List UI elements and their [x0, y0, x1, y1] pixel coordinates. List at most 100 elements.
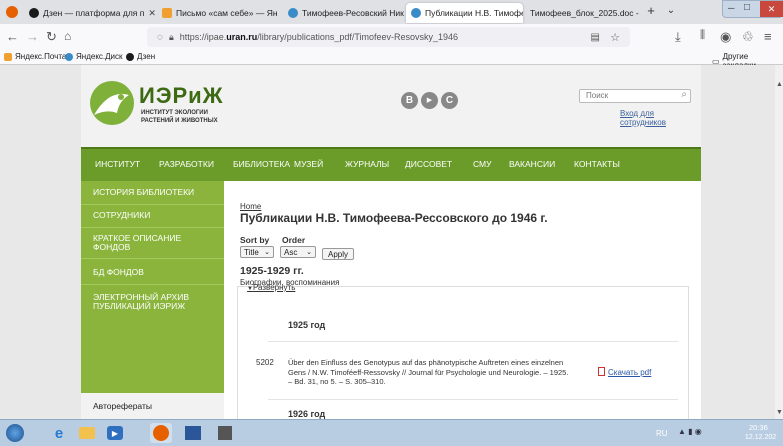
bookmark-yandex-disk[interactable]: Яндекс.Диск	[65, 52, 123, 61]
url-domain: uran.ru	[226, 32, 257, 42]
youtube-icon[interactable]: ▶	[421, 92, 438, 109]
new-tab-button[interactable]: +	[643, 2, 659, 18]
breadcrumb-home[interactable]: Home	[240, 202, 261, 211]
tab-mail[interactable]: Письмо «сам себе» — Ян ✕	[157, 3, 281, 23]
taskbar-ie[interactable]: e	[48, 423, 70, 443]
menu-item-library[interactable]: БИБЛИОТЕКА	[233, 159, 290, 169]
back-arrow-icon[interactable]: ←	[6, 29, 19, 44]
sort-by-label: Sort by	[240, 235, 269, 245]
publications-list: ▼Развернуть 1925 год 5202 Über den Einfl…	[237, 286, 689, 419]
menu-item-dissovet[interactable]: ДИССОВЕТ	[405, 159, 452, 169]
tab-dzen[interactable]: Дзен — платформа для п ✕	[24, 3, 155, 23]
site-icon	[411, 8, 421, 18]
menu-item-smu[interactable]: СМУ	[473, 159, 492, 169]
order-label: Order	[282, 235, 305, 245]
mail-icon	[4, 53, 12, 61]
taskbar-word[interactable]	[182, 423, 204, 443]
page-title: Публикации Н.В. Тимофеева-Рессовского до…	[240, 211, 548, 225]
clock-date[interactable]: 12.12.202	[745, 434, 776, 441]
address-bar[interactable]: ◌ 🔒︎ https://ipae.uran.ru/library/public…	[147, 27, 630, 47]
sidebar-divider	[81, 258, 224, 259]
sidebar-item-abstracts[interactable]: Авторефераты	[93, 401, 152, 411]
sidebar-item-funds-description[interactable]: КРАТКОЕ ОПИСАНИЕ ФОНДОВ	[93, 234, 203, 252]
taskbar-app[interactable]	[214, 423, 236, 443]
site-icon	[288, 8, 298, 18]
close-icon[interactable]: ✕	[144, 8, 155, 19]
menu-item-museum[interactable]: МУЗЕЙ	[294, 159, 323, 169]
extensions-icon[interactable]: ♲	[742, 29, 754, 45]
sidebar-item-history[interactable]: ИСТОРИЯ БИБЛИОТЕКИ	[93, 188, 194, 197]
search-input[interactable]: Поиск ⌕	[579, 89, 691, 103]
download-pdf-link[interactable]: Скачать pdf	[598, 367, 651, 377]
staff-login-link[interactable]: Вход для сотрудников	[620, 109, 701, 127]
reload-icon[interactable]: ↻	[46, 29, 57, 45]
tab-timofeev[interactable]: Тимофеев-Ресовский Ник ✕	[283, 3, 404, 23]
expand-link[interactable]: ▼Развернуть	[247, 283, 295, 292]
disk-icon	[65, 53, 73, 61]
home-icon[interactable]: ⌂	[64, 29, 71, 43]
firefox-icon	[153, 425, 169, 441]
dzen-icon	[126, 53, 134, 61]
firefox-icon[interactable]	[6, 6, 18, 18]
taskbar-firefox[interactable]	[150, 423, 172, 443]
social-icons: В ▶ С	[401, 92, 461, 110]
reader-view-icon[interactable]: ▤	[591, 32, 600, 43]
tray-icons[interactable]: ▲ ▮ ◉	[678, 427, 702, 436]
pdf-icon	[598, 367, 605, 376]
sidebar-item-archive[interactable]: ЭЛЕКТРОННЫЙ АРХИВ ПУБЛИКАЦИЙ ИЭРИЖ	[93, 293, 218, 311]
menu-item-contacts[interactable]: КОНТАКТЫ	[574, 159, 620, 169]
maximize-button[interactable]: □	[744, 2, 750, 13]
clock-time[interactable]: 20:36	[749, 423, 768, 432]
sidebar-item-funds-db[interactable]: БД ФОНДОВ	[93, 268, 144, 277]
library-icon[interactable]: ⫼	[700, 29, 705, 42]
bookmark-label: Яндекс.Диск	[76, 52, 123, 61]
url-prefix: https://ipae.	[180, 32, 227, 42]
chevron-down-icon: ⌄	[306, 248, 312, 256]
scroll-down-icon[interactable]: ▼	[776, 409, 783, 416]
app-icon	[218, 426, 232, 440]
menu-item-journals[interactable]: ЖУРНАЛЫ	[345, 159, 389, 169]
order-select[interactable]: Asc ⌄	[280, 246, 316, 258]
tab-title: Тимофеев-Ресовский Ник	[302, 8, 404, 18]
close-icon[interactable]: ✕	[278, 8, 281, 19]
language-indicator[interactable]: RU	[656, 429, 668, 438]
taskbar-explorer[interactable]	[76, 423, 98, 443]
menu-icon[interactable]: ≡	[764, 29, 772, 44]
sidebar-bottom-panel: Авторефераты	[81, 393, 224, 419]
taskbar-media[interactable]: ▶	[104, 423, 126, 443]
close-window-button[interactable]: ✕	[760, 1, 783, 17]
vk-icon[interactable]: В	[401, 92, 418, 109]
sort-by-select[interactable]: Title ⌄	[240, 246, 274, 258]
minimize-button[interactable]: ─	[728, 3, 734, 13]
sidebar-divider	[81, 204, 224, 205]
account-icon[interactable]: ◉	[720, 29, 731, 45]
forward-arrow-icon[interactable]: →	[26, 29, 39, 44]
tab-list-button[interactable]: ⌄	[663, 2, 679, 18]
scroll-up-icon[interactable]: ▲	[776, 81, 783, 88]
windows-logo-icon	[6, 424, 24, 442]
bookmark-dzen[interactable]: Дзен	[126, 52, 155, 61]
logo-line-1: ИНСТИТУТ ЭКОЛОГИИ	[141, 110, 208, 116]
tab-title: Письмо «сам себе» — Ян	[176, 8, 278, 18]
search-icon[interactable]: ⌕	[681, 89, 687, 100]
bookmark-star-icon[interactable]: ☆	[610, 31, 620, 44]
tab-doc[interactable]: Тимофеев_блок_2025.doc - 15 ✕	[525, 3, 640, 23]
zen-icon[interactable]: С	[441, 92, 458, 109]
apply-button[interactable]: Apply	[322, 248, 354, 260]
sidebar: ИСТОРИЯ БИБЛИОТЕКИ СОТРУДНИКИ КРАТКОЕ ОП…	[81, 181, 224, 419]
menu-item-vacancies[interactable]: ВАКАНСИИ	[509, 159, 555, 169]
word-icon	[185, 426, 201, 440]
tab-publications[interactable]: Публикации Н.В. Тимофее ✕	[406, 3, 523, 23]
bookmark-yandex-mail[interactable]: Яндекс.Почта	[4, 52, 66, 61]
download-icon[interactable]: ⤓	[675, 29, 681, 45]
menu-item-institute[interactable]: ИНСТИТУТ	[95, 159, 140, 169]
sort-by-value: Title	[244, 248, 259, 257]
logo-emblem-icon	[89, 79, 135, 129]
tab-title: Тимофеев_блок_2025.doc - 15	[530, 8, 640, 18]
start-button[interactable]	[4, 423, 26, 443]
logo[interactable]: ИЭРиЖ ИНСТИТУТ ЭКОЛОГИИ РАСТЕНИЙ И ЖИВОТ…	[89, 79, 249, 137]
logo-line-2: РАСТЕНИЙ И ЖИВОТНЫХ	[141, 118, 218, 124]
menu-item-developments[interactable]: РАЗРАБОТКИ	[159, 159, 214, 169]
sidebar-item-staff[interactable]: СОТРУДНИКИ	[93, 211, 150, 220]
page-scrollbar[interactable]: ▲ ▼	[775, 65, 783, 419]
